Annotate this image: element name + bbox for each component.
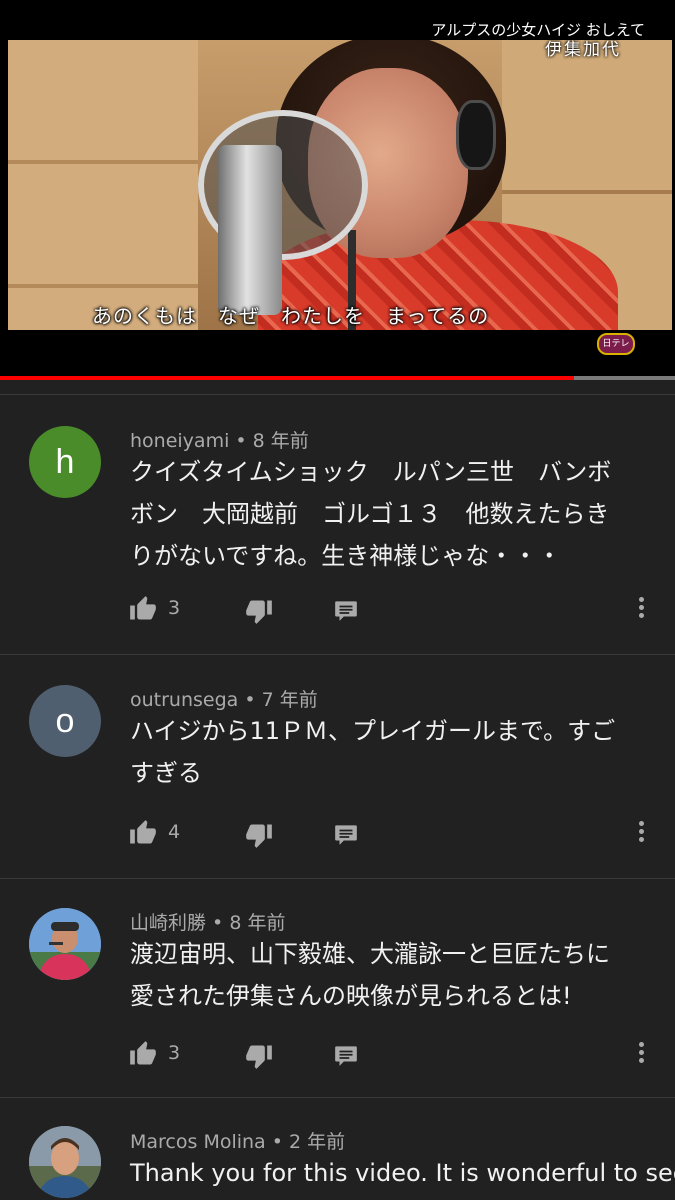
comment-age: 2 年前 <box>289 1131 346 1153</box>
comment-meta: Marcos Molina • 2 年前 <box>130 1127 345 1154</box>
comment-text: ハイジから11ＰＭ、プレイガールまで。すご すぎる <box>130 710 650 794</box>
comment-author[interactable]: 山崎利勝 <box>130 912 206 934</box>
comment-divider <box>0 654 675 655</box>
avatar[interactable] <box>29 1126 101 1198</box>
comment-age: 8 年前 <box>252 430 309 452</box>
caption-line-1: アルプスの少女ハイジ おしえて <box>431 21 645 39</box>
avatar[interactable] <box>29 908 101 980</box>
comment-meta: honeiyami • 8 年前 <box>130 426 309 453</box>
progress-bar-fill <box>0 376 574 380</box>
comment-actions: 3 <box>128 595 658 625</box>
comment-meta: outrunsega • 7 年前 <box>130 685 318 712</box>
comment-reply-icon[interactable] <box>332 597 360 627</box>
comment-author[interactable]: Marcos Molina <box>130 1131 266 1153</box>
like-count: 4 <box>168 821 181 843</box>
comment-author[interactable]: honeiyami <box>130 430 229 452</box>
avatar[interactable]: o <box>29 685 101 757</box>
like-count: 3 <box>168 1042 181 1064</box>
comment-text: クイズタイムショック ルパン三世 バンボ ボン 大岡越前 ゴルゴ１３ 他数えたらき… <box>130 451 650 577</box>
meta-separator: • <box>265 1131 289 1153</box>
thumb-down-icon[interactable] <box>244 1042 274 1074</box>
more-vertical-icon[interactable] <box>628 819 654 847</box>
like-count: 3 <box>168 597 181 619</box>
comment-actions: 4 <box>128 819 658 849</box>
comment-text-line: ハイジから11ＰＭ、プレイガールまで。すご <box>130 717 616 745</box>
comment-text-line: 渡辺宙明、山下毅雄、大瀧詠一と巨匠たちに <box>130 940 610 968</box>
comment-divider <box>0 1097 675 1098</box>
comment-text-line: ボン 大岡越前 ゴルゴ１３ 他数えたらき <box>130 500 610 528</box>
more-vertical-icon[interactable] <box>628 1040 654 1068</box>
comment-author[interactable]: outrunsega <box>130 689 238 711</box>
video-frame[interactable] <box>8 40 672 330</box>
studio-wall-left <box>8 40 198 330</box>
comment-text-line: すぎる <box>130 759 202 787</box>
comment-actions: 3 <box>128 1040 658 1070</box>
channel-logo: 日テレ <box>597 333 635 355</box>
avatar[interactable]: h <box>29 426 101 498</box>
thumb-up-icon[interactable] <box>128 595 158 627</box>
video-player[interactable]: アルプスの少女ハイジ おしえて 伊集加代 あのくもは なぜ わたしを まってるの… <box>0 0 675 380</box>
comment-age: 7 年前 <box>261 689 318 711</box>
comment-divider <box>0 878 675 879</box>
divider <box>0 394 675 395</box>
comment-reply-icon[interactable] <box>332 821 360 851</box>
meta-separator: • <box>238 689 262 711</box>
headphone-image <box>456 100 496 170</box>
comment-text-line: クイズタイムショック ルパン三世 バンボ <box>130 458 612 486</box>
comment-reply-icon[interactable] <box>332 1042 360 1072</box>
progress-bar[interactable] <box>0 376 675 380</box>
meta-separator: • <box>206 912 230 934</box>
caption-line-2: 伊集加代 <box>545 40 621 60</box>
video-title-caption: アルプスの少女ハイジ おしえて 伊集加代 <box>431 20 645 60</box>
video-subtitle: あのくもは なぜ わたしを まってるの <box>92 304 490 328</box>
thumb-down-icon[interactable] <box>244 597 274 629</box>
comment-text-line: 愛された伊集さんの映像が見られるとは! <box>130 982 572 1010</box>
comment-age: 8 年前 <box>229 912 286 934</box>
comment-text: 渡辺宙明、山下毅雄、大瀧詠一と巨匠たちに 愛された伊集さんの映像が見られるとは! <box>130 933 650 1017</box>
thumb-down-icon[interactable] <box>244 821 274 853</box>
thumb-up-icon[interactable] <box>128 1040 158 1072</box>
comment-text: Thank you for this video. It is wonderfu… <box>130 1152 675 1194</box>
more-vertical-icon[interactable] <box>628 595 654 623</box>
comment-meta: 山崎利勝 • 8 年前 <box>130 908 285 935</box>
meta-separator: • <box>229 430 253 452</box>
comment-text-line: りがないですね。生き神様じゃな・・・ <box>130 542 562 570</box>
microphone-image <box>218 145 282 315</box>
comment-text-line: Thank you for this video. It is wonderfu… <box>130 1159 675 1187</box>
thumb-up-icon[interactable] <box>128 819 158 851</box>
